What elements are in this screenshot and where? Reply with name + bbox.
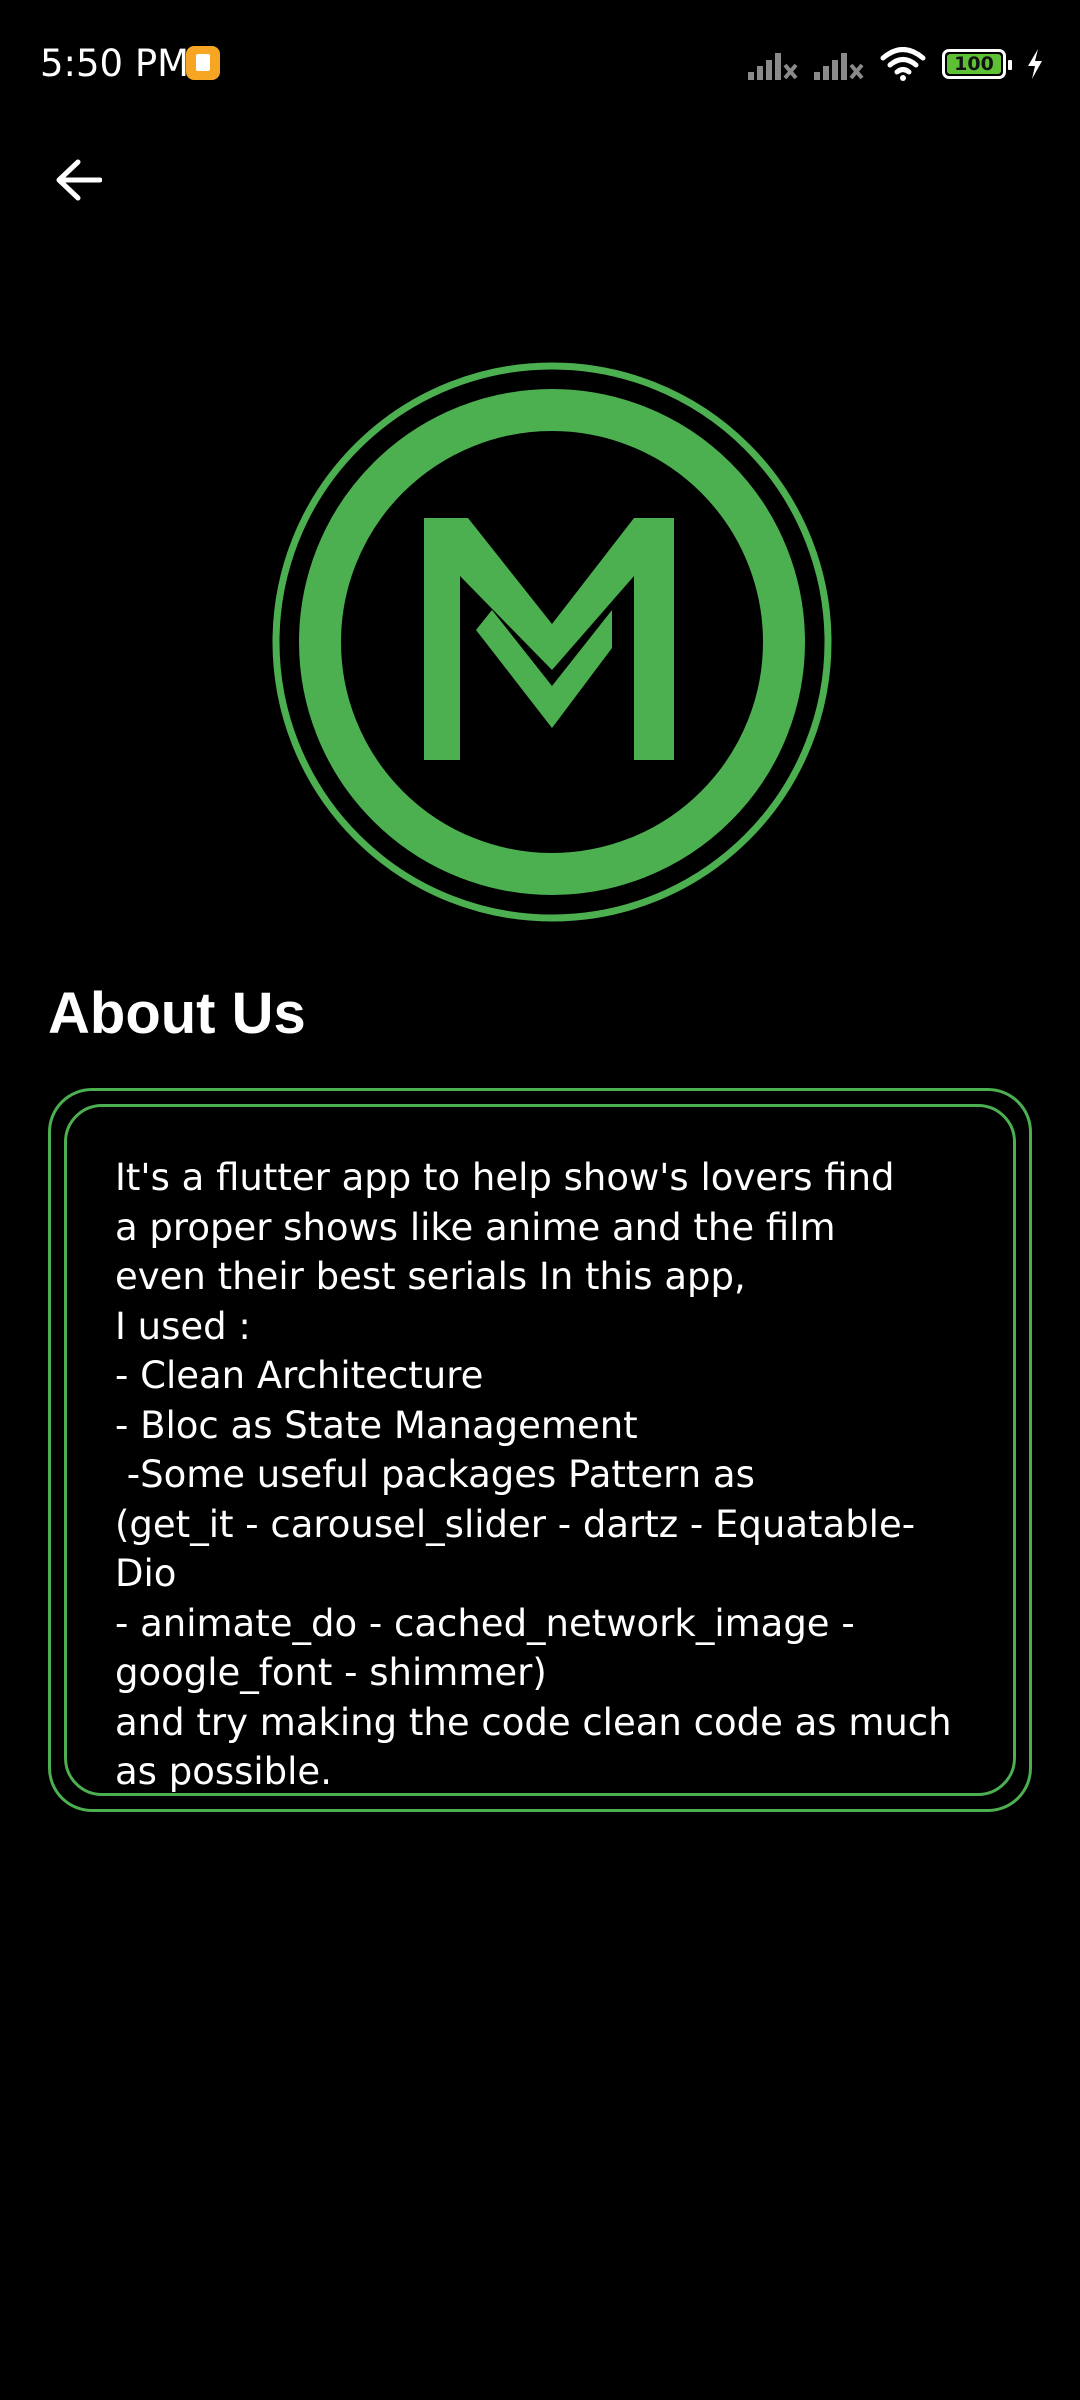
charging-bolt-icon [1028, 49, 1042, 79]
battery-level: 100 [947, 53, 1001, 75]
signal-x-icon [748, 53, 798, 80]
about-card-outer-border: It's a flutter app to help show's lovers… [48, 1088, 1032, 1812]
app-notification-icon [186, 46, 220, 80]
battery-icon: 100 [942, 49, 1012, 79]
status-bar: 5:50 PM 100 [0, 0, 1080, 130]
arrow-left-icon [56, 159, 102, 201]
m-logo-icon [272, 362, 832, 922]
wifi-icon [880, 47, 926, 81]
status-icons: 100 [748, 44, 1044, 84]
back-button[interactable] [38, 140, 118, 220]
page-title: About Us [48, 981, 306, 1046]
status-time: 5:50 PM [40, 42, 190, 85]
signal-x-icon [814, 53, 864, 80]
about-card: It's a flutter app to help show's lovers… [64, 1104, 1016, 1796]
about-description: It's a flutter app to help show's lovers… [115, 1156, 952, 1793]
